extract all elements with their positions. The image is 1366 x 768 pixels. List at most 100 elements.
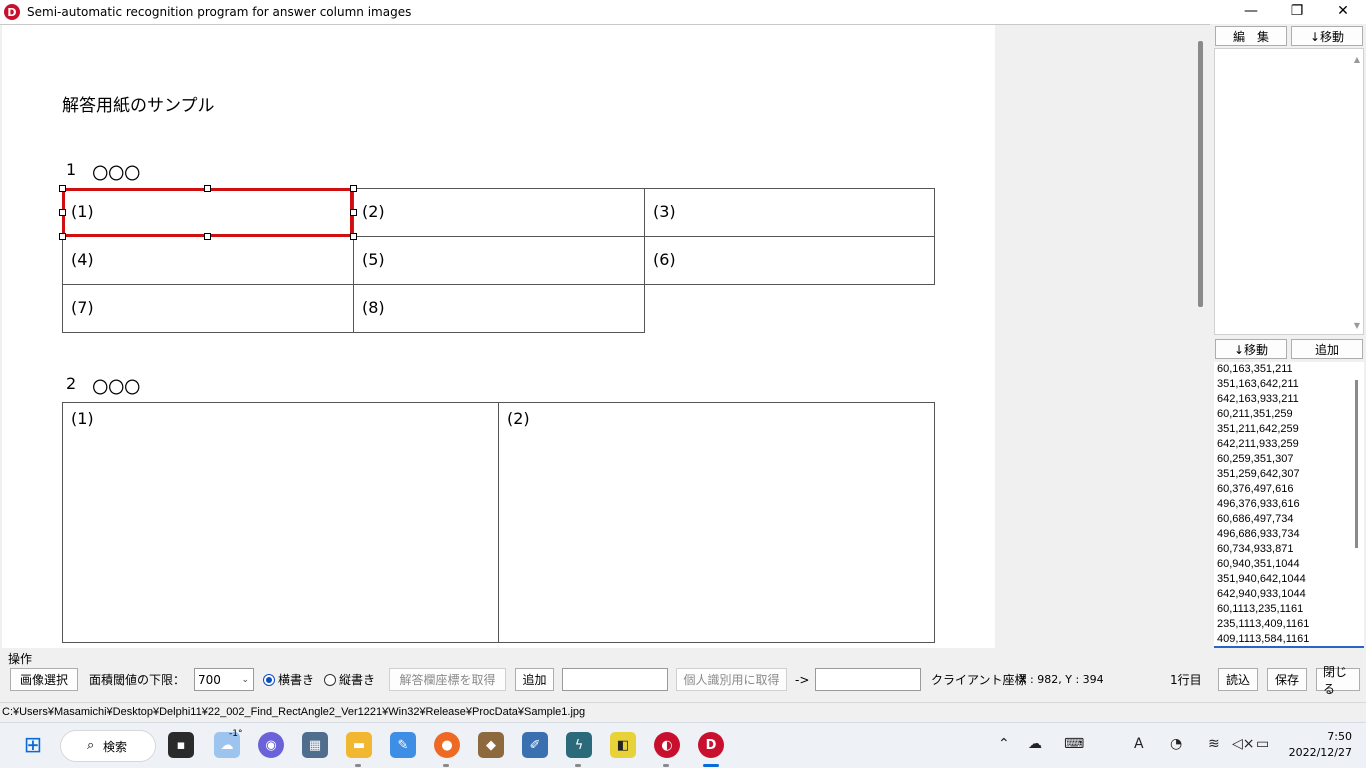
clock[interactable]: 7:50 2022/12/27 xyxy=(1289,729,1352,761)
resize-handle[interactable] xyxy=(204,185,211,192)
edit-listbox[interactable]: ▲ ▼ xyxy=(1214,48,1364,335)
app-icon-2[interactable]: ✐ xyxy=(522,732,548,758)
personal-id-input[interactable] xyxy=(815,668,921,691)
battery-icon[interactable]: ▭ xyxy=(1256,736,1269,752)
answer-cell[interactable]: (2) xyxy=(498,402,935,643)
cell-label: (6) xyxy=(653,250,676,269)
answer-cell[interactable]: (1) xyxy=(62,402,499,643)
coord-list-item[interactable]: 60,259,351,307 xyxy=(1214,452,1364,467)
coord-list-item[interactable]: 496,686,933,734 xyxy=(1214,527,1364,542)
delphi-ide-icon[interactable]: ◐ xyxy=(654,732,680,758)
scroll-up-icon[interactable]: ▲ xyxy=(1354,55,1360,64)
add-button[interactable]: 追加 xyxy=(515,668,554,691)
horizontal-label: 横書き xyxy=(278,673,315,687)
get-personal-id-button[interactable]: 個人識別用に取得 xyxy=(676,668,787,691)
resize-handle[interactable] xyxy=(59,209,66,216)
load-button[interactable]: 読込 xyxy=(1218,668,1258,691)
vertical-radio[interactable]: 縦書き xyxy=(324,668,375,691)
scroll-down-icon[interactable]: ▼ xyxy=(1354,321,1360,330)
coord-list-item[interactable]: 351,211,642,259 xyxy=(1214,422,1364,437)
windows-start-icon[interactable]: ⊞ xyxy=(20,732,46,758)
area-threshold-select[interactable]: 700 ⌄ xyxy=(194,668,254,691)
move-down-button[interactable]: ↓移動 xyxy=(1291,26,1363,46)
answer-cell[interactable]: (6) xyxy=(644,236,935,285)
onedrive-icon[interactable]: ☁ xyxy=(1028,736,1042,752)
coord-list-item[interactable]: 351,259,642,307 xyxy=(1214,467,1364,482)
answer-cell[interactable]: (7) xyxy=(62,284,354,333)
add-input[interactable] xyxy=(562,668,668,691)
horizontal-radio[interactable]: 横書き xyxy=(263,668,314,691)
coord-list-item[interactable]: 496,376,933,616 xyxy=(1214,497,1364,512)
coord-list-item[interactable]: 60,1113,235,1161 xyxy=(1214,602,1364,617)
coord-list-item[interactable]: 60,163,351,211 xyxy=(1214,362,1364,377)
chevron-up-icon[interactable]: ⌃ xyxy=(998,736,1010,752)
coord-list-item[interactable]: 351,163,642,211 xyxy=(1214,377,1364,392)
keyboard-icon[interactable]: ⌨ xyxy=(1064,736,1084,752)
title-bar: D Semi-automatic recognition program for… xyxy=(0,0,1366,24)
coord-list-item[interactable]: 642,211,933,259 xyxy=(1214,437,1364,452)
radio-selected-icon[interactable] xyxy=(263,673,275,686)
speaker-muted-icon[interactable]: ◁× xyxy=(1232,736,1255,752)
select-image-button[interactable]: 画像選択 xyxy=(10,668,78,691)
resize-handle[interactable] xyxy=(350,209,357,216)
vertical-label: 縦書き xyxy=(339,673,376,687)
close-button[interactable]: 閉じる xyxy=(1316,665,1360,696)
coord-list-item[interactable]: 60,940,351,1044 xyxy=(1214,557,1364,572)
taskbar-search[interactable]: ⌕ 検索 xyxy=(60,730,156,762)
row-indicator: 1行目 xyxy=(1170,673,1202,687)
ime-icon[interactable]: ◔ xyxy=(1170,736,1182,752)
ime-mode[interactable]: A xyxy=(1134,736,1144,752)
move-down-button[interactable]: ↓移動 xyxy=(1215,339,1287,359)
running-indicator xyxy=(663,764,669,767)
file-explorer-icon[interactable]: ▬ xyxy=(346,732,372,758)
radio-icon[interactable] xyxy=(324,673,336,686)
save-button[interactable]: 保存 xyxy=(1267,668,1307,691)
resize-handle[interactable] xyxy=(59,233,66,240)
coord-list-item[interactable]: 351,940,642,1044 xyxy=(1214,572,1364,587)
answer-cell[interactable]: (8) xyxy=(353,284,645,333)
answer-cell[interactable]: (2) xyxy=(353,188,645,237)
coord-list-item[interactable]: 60,211,351,259 xyxy=(1214,407,1364,422)
coordinates-listbox[interactable]: 60,163,351,211 351,163,642,211 642,163,933… xyxy=(1214,362,1364,648)
coord-list-item[interactable]: 60,376,497,616 xyxy=(1214,482,1364,497)
firefox-icon[interactable]: ● xyxy=(434,732,460,758)
notepad-icon[interactable]: ✎ xyxy=(390,732,416,758)
answer-cell[interactable]: (4) xyxy=(62,236,354,285)
coord-list-item[interactable]: 60,734,933,871 xyxy=(1214,542,1364,557)
list-scrollbar[interactable] xyxy=(1355,380,1358,548)
running-app-icon[interactable]: D xyxy=(698,732,724,758)
restore-button[interactable]: ❐ xyxy=(1274,0,1320,22)
resize-handle[interactable] xyxy=(350,185,357,192)
coord-list-item[interactable]: 409,1113,584,1161 xyxy=(1214,632,1364,646)
app-icon-4[interactable]: ◧ xyxy=(610,732,636,758)
resize-handle[interactable] xyxy=(59,185,66,192)
get-answer-coords-button[interactable]: 解答欄座標を取得 xyxy=(389,668,506,691)
resize-handle[interactable] xyxy=(350,233,357,240)
close-window-button[interactable]: ✕ xyxy=(1320,0,1366,22)
coord-list-item[interactable]: 60,686,497,734 xyxy=(1214,512,1364,527)
coord-list-item[interactable]: 235,1113,409,1161 xyxy=(1214,617,1364,632)
coord-list-item[interactable]: 642,940,933,1044 xyxy=(1214,587,1364,602)
app-icon-1[interactable]: ◆ xyxy=(478,732,504,758)
minimize-button[interactable]: — xyxy=(1228,0,1274,22)
image-canvas[interactable]: 解答用紙のサンプル 1 〇〇〇 (1) (2) (3) (4) (5) (6) … xyxy=(0,24,1210,648)
operations-label: 操作 xyxy=(8,652,33,666)
task-view-icon[interactable]: ▪ xyxy=(168,732,194,758)
selection-rectangle[interactable] xyxy=(62,188,353,237)
section-title: 〇〇〇 xyxy=(92,378,141,397)
edit-button[interactable]: 編 集 xyxy=(1215,26,1287,46)
app-logo-icon: D xyxy=(4,4,20,20)
app-icon-3[interactable]: ϟ xyxy=(566,732,592,758)
area-threshold-value: 700 xyxy=(198,672,221,687)
wifi-icon[interactable]: ≋ xyxy=(1208,736,1220,752)
add-coord-button[interactable]: 追加 xyxy=(1291,339,1363,359)
operations-panel: 操作 画像選択 面積閾値の下限： 700 ⌄ 横書き 縦書き 解答欄座標を取得 … xyxy=(0,648,1366,702)
answer-cell[interactable]: (5) xyxy=(353,236,645,285)
coord-list-item[interactable]: 642,163,933,211 xyxy=(1214,392,1364,407)
answer-sheet-image[interactable]: 解答用紙のサンプル 1 〇〇〇 (1) (2) (3) (4) (5) (6) … xyxy=(2,25,995,648)
resize-handle[interactable] xyxy=(204,233,211,240)
answer-cell[interactable]: (3) xyxy=(644,188,935,237)
calculator-icon[interactable]: ▦ xyxy=(302,732,328,758)
canvas-scrollbar[interactable] xyxy=(1198,41,1203,307)
chat-icon[interactable]: ◉ xyxy=(258,732,284,758)
